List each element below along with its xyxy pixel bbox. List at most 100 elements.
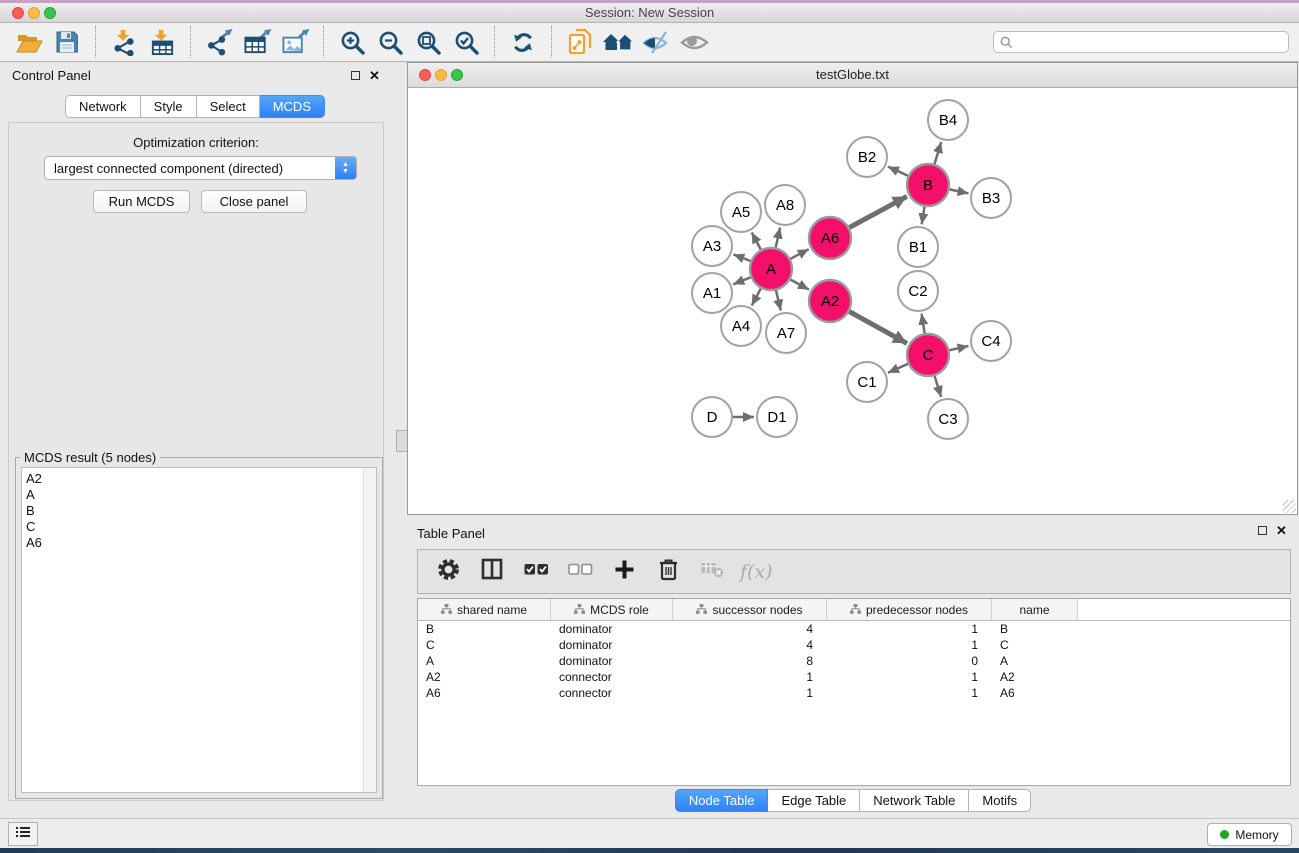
graph-node-B4[interactable]: B4 <box>928 100 968 140</box>
graph-node-A3[interactable]: A3 <box>692 226 732 266</box>
zoom-fit-button[interactable] <box>409 25 447 59</box>
table-cell[interactable]: B <box>418 622 551 636</box>
search-input[interactable] <box>1017 33 1288 51</box>
table-cell[interactable]: 1 <box>827 622 992 636</box>
graph-node-A6[interactable]: A6 <box>809 217 851 259</box>
graph-edge-C-C2[interactable] <box>922 314 925 334</box>
deselect-all-button[interactable] <box>560 554 600 590</box>
add-row-button[interactable] <box>604 554 644 590</box>
clear-table-button[interactable] <box>692 554 732 590</box>
zoom-out-button[interactable] <box>371 25 409 59</box>
zoom-in-button[interactable] <box>333 25 371 59</box>
graph-node-A7[interactable]: A7 <box>766 313 806 353</box>
graph-node-A5[interactable]: A5 <box>721 192 761 232</box>
close-panel-icon[interactable]: ✕ <box>368 69 381 82</box>
zoom-selected-button[interactable] <box>447 25 485 59</box>
column-header-successor-nodes[interactable]: successor nodes <box>673 599 827 620</box>
graph-edge-B-B1[interactable] <box>922 207 925 225</box>
graph-node-B2[interactable]: B2 <box>847 137 887 177</box>
table-close-icon[interactable]: ✕ <box>1275 524 1288 537</box>
table-cell[interactable]: A2 <box>418 670 551 684</box>
table-cell[interactable]: 4 <box>673 638 827 652</box>
graph-node-A2[interactable]: A2 <box>809 280 851 322</box>
graph-node-C[interactable]: C <box>907 334 949 376</box>
graph-edge-B-B4[interactable] <box>935 142 942 164</box>
mcds-result-item[interactable]: B <box>22 503 376 519</box>
table-row[interactable]: Adominator80A <box>418 653 1290 669</box>
table-cell[interactable]: 8 <box>673 654 827 668</box>
mcds-result-item[interactable]: A2 <box>22 471 376 487</box>
save-button[interactable] <box>48 25 86 59</box>
clone-network-button[interactable] <box>561 25 599 59</box>
table-cell[interactable]: 1 <box>827 638 992 652</box>
table-row[interactable]: A6connector11A6 <box>418 685 1290 701</box>
mcds-result-list[interactable]: A2ABCA6 <box>21 467 377 793</box>
table-cell[interactable]: A <box>418 654 551 668</box>
houses-button[interactable] <box>599 25 637 59</box>
graph-edge-A-A4[interactable] <box>752 289 761 306</box>
columns-button[interactable] <box>472 554 512 590</box>
graph-node-B[interactable]: B <box>907 164 949 206</box>
table-cell[interactable]: 4 <box>673 622 827 636</box>
export-network-button[interactable] <box>200 25 238 59</box>
close-panel-button[interactable]: Close panel <box>201 190 307 213</box>
graph-node-B1[interactable]: B1 <box>898 227 938 267</box>
graph-node-A1[interactable]: A1 <box>692 273 732 313</box>
mcds-result-item[interactable]: A <box>22 487 376 503</box>
table-cell[interactable]: A <box>992 654 1078 668</box>
tab-mcds[interactable]: MCDS <box>260 95 325 118</box>
graph-edge-B-B2[interactable] <box>888 167 908 176</box>
mcds-result-item[interactable]: A6 <box>22 535 376 551</box>
table-cell[interactable]: dominator <box>551 622 673 636</box>
network-canvas[interactable]: B4 B2 B B3 A8 A5 A6 A3 B1 A C2 A1 A2 A4 … <box>409 88 1296 513</box>
tab-motifs[interactable]: Motifs <box>969 789 1031 812</box>
graph-node-D1[interactable]: D1 <box>757 397 797 437</box>
search-field[interactable] <box>993 31 1289 53</box>
panel-chooser-button[interactable] <box>8 822 38 846</box>
graph-edge-A-A7[interactable] <box>776 290 781 310</box>
open-folder-button[interactable] <box>10 25 48 59</box>
graph-edge-B-B3[interactable] <box>950 189 969 193</box>
graph-node-A8[interactable]: A8 <box>765 185 805 225</box>
memory-button[interactable]: Memory <box>1207 823 1292 846</box>
run-mcds-button[interactable]: Run MCDS <box>93 190 190 213</box>
float-panel-icon[interactable] <box>349 69 362 82</box>
tab-network-table[interactable]: Network Table <box>860 789 969 812</box>
column-header-predecessor-nodes[interactable]: predecessor nodes <box>827 599 992 620</box>
column-header-name[interactable]: name <box>992 599 1078 620</box>
list-scrollbar[interactable] <box>363 468 376 792</box>
export-table-button[interactable] <box>238 25 276 59</box>
table-row[interactable]: Cdominator41C <box>418 637 1290 653</box>
table-cell[interactable]: 1 <box>827 686 992 700</box>
birds-eye-button[interactable] <box>675 25 713 59</box>
table-cell[interactable]: dominator <box>551 638 673 652</box>
delete-row-button[interactable] <box>648 554 688 590</box>
table-cell[interactable]: connector <box>551 670 673 684</box>
graph-edge-C-C3[interactable] <box>935 376 942 397</box>
table-row[interactable]: A2connector11A2 <box>418 669 1290 685</box>
table-cell[interactable]: A2 <box>992 670 1078 684</box>
table-cell[interactable]: A6 <box>992 686 1078 700</box>
table-float-icon[interactable] <box>1256 524 1269 537</box>
function-builder-icon[interactable]: f(x) <box>740 561 773 583</box>
graph-edge-A-A1[interactable] <box>733 277 750 284</box>
graph-node-A4[interactable]: A4 <box>721 306 761 346</box>
graph-node-C4[interactable]: C4 <box>971 321 1011 361</box>
graph-edge-A-A3[interactable] <box>733 254 750 261</box>
table-cell[interactable]: A6 <box>418 686 551 700</box>
import-network-button[interactable] <box>105 25 143 59</box>
graph-node-C3[interactable]: C3 <box>928 399 968 439</box>
graph-edge-C-C1[interactable] <box>888 364 908 373</box>
graph-node-D[interactable]: D <box>692 397 732 437</box>
graph-edge-A6-B[interactable] <box>849 196 907 227</box>
table-cell[interactable]: C <box>992 638 1078 652</box>
column-header-MCDS-role[interactable]: MCDS role <box>551 599 673 620</box>
graph-node-A[interactable]: A <box>750 248 792 290</box>
refresh-button[interactable] <box>504 25 542 59</box>
graph-node-B3[interactable]: B3 <box>971 178 1011 218</box>
graph-edge-A-A2[interactable] <box>790 280 809 290</box>
table-cell[interactable]: 1 <box>673 686 827 700</box>
table-cell[interactable]: 1 <box>673 670 827 684</box>
graph-edge-C-C4[interactable] <box>950 346 969 350</box>
select-all-button[interactable] <box>516 554 556 590</box>
